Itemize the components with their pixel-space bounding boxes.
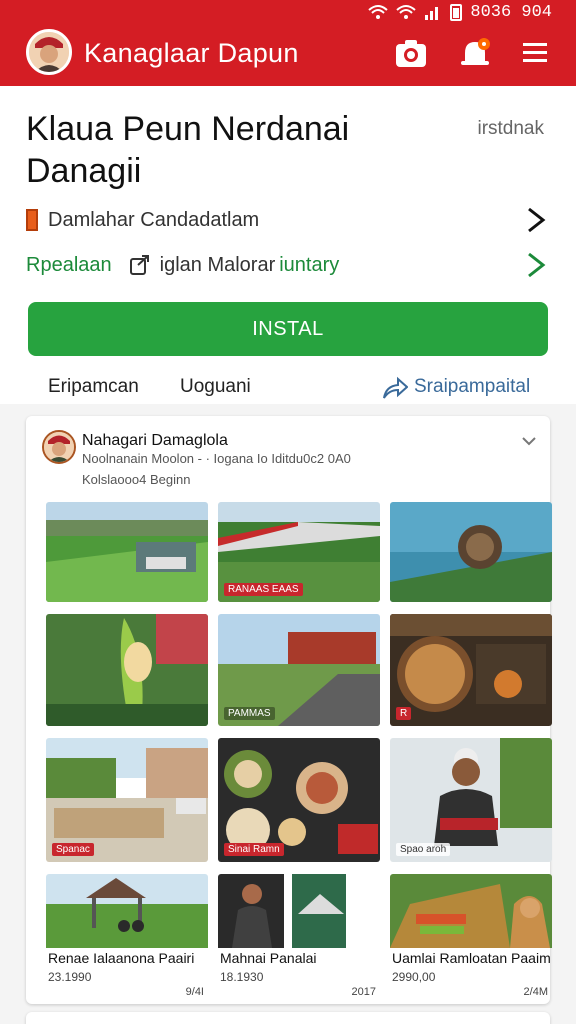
photo-tag: R [396,707,412,720]
photo-tag: Sinai Ramn [224,843,284,856]
avatar[interactable] [42,430,76,464]
camera-button[interactable] [394,36,428,70]
chevron-right-icon [528,207,546,233]
post-subtitle: Kolslaooo4 Beginn [82,472,191,487]
rice-field-photo [46,502,208,602]
menu-button[interactable] [518,36,552,70]
photo-meta: 9/4I [185,986,204,998]
photo-tile[interactable]: PAMMAS [218,614,380,726]
app-header: 8036 904 Kanaglaar Dapun [0,0,576,86]
battery-icon [450,4,463,21]
avatar-image [29,32,69,72]
tab-bar: Eripamcan Uoguani Sraipampaital [0,366,576,410]
photo-tile[interactable]: Renae Ialaanona Paairi 23.1990 9/4I [46,874,208,1000]
camera-icon [396,40,426,67]
post-card: Nahagari Damaglola Noolnanain Moolon - ·… [26,416,552,1004]
tab-reviews[interactable]: Uoguani [180,376,251,398]
market-photo [390,874,552,948]
photo-tile[interactable]: RANAAS EAAS [218,502,380,602]
photo-count: 2990,00 [392,970,436,984]
notification-icon [461,38,490,65]
rating-label-a: Rpealaan [26,253,112,276]
menu-icon [523,43,547,62]
post-meta: Noolnanain Moolon - · Iogana Io Iditdu0c… [82,451,351,466]
developer-label: Damlahar Candadatlam [48,208,260,231]
photo-caption: Uamlai Ramloatan Paaim [392,950,551,966]
photo-caption: Mahnai Panalai [220,950,317,966]
photo-tile[interactable]: Mahnai Panalai 18.1930 2017 [218,874,380,1000]
photo-tag: Spao aroh [396,843,451,856]
photo-tile[interactable]: R [390,614,552,726]
wifi-icon [396,5,417,19]
app-title: Kanaglaar Dapun [84,38,299,68]
avatar[interactable] [26,29,72,75]
photo-tag: PAMMAS [224,707,275,720]
photo-count: 23.1990 [48,970,92,984]
install-button[interactable]: INSTAL [28,302,548,356]
photo-tile[interactable] [46,502,208,602]
food-photo [390,614,552,726]
photo-meta: 2017 [351,986,376,998]
share-icon [129,255,149,275]
tab-explore[interactable]: Eripamcan [48,376,139,398]
gazebo-photo [46,874,208,948]
developer-row[interactable]: Damlahar Candadatlam [26,200,550,240]
photo-tag: RANAAS EAAS [224,583,303,596]
chevron-right-icon [528,252,546,278]
beach-photo [390,502,552,602]
photo-tile[interactable] [46,614,208,726]
app-name-title: Klaua Peun Nerdanai Danagii [26,110,350,190]
notification-button[interactable] [458,36,492,70]
app-side-label[interactable]: irstdnak [477,118,544,140]
chevron-down-icon[interactable] [520,432,538,450]
photo-tile[interactable]: Spao aroh [390,738,552,862]
rating-label-b: iglan Malorar [159,253,276,276]
signal-icon [425,7,439,20]
chef-photo [218,874,346,948]
rating-row[interactable]: Rpealaan iglan Malorar iuntary [26,245,550,285]
next-post-card [26,1012,550,1024]
status-bar: 8036 904 [368,0,552,24]
share-icon[interactable] [382,376,408,400]
avatar-image [44,432,74,462]
wifi-icon [368,5,389,19]
developer-tag-icon [26,209,38,231]
photo-tile[interactable]: Sinai Ramn [218,738,380,862]
photo-meta: 2/4M [523,986,548,998]
post-author[interactable]: Nahagari Damaglola [82,432,228,450]
photo-tile[interactable] [390,502,552,602]
photo-tile[interactable]: Spanac [46,738,208,862]
tab-share[interactable]: Sraipampaital [414,376,530,398]
bamboo-photo [46,614,208,726]
photo-caption: Renae Ialaanona Paairi [48,950,195,966]
photo-tag: Spanac [52,843,94,856]
photo-count: 18.1930 [220,970,264,984]
rating-label-c: iuntary [279,253,340,276]
photo-tile[interactable]: Uamlai Ramloatan Paaim 2990,00 2/4M [390,874,552,1000]
status-time: 8036 904 [470,2,552,22]
